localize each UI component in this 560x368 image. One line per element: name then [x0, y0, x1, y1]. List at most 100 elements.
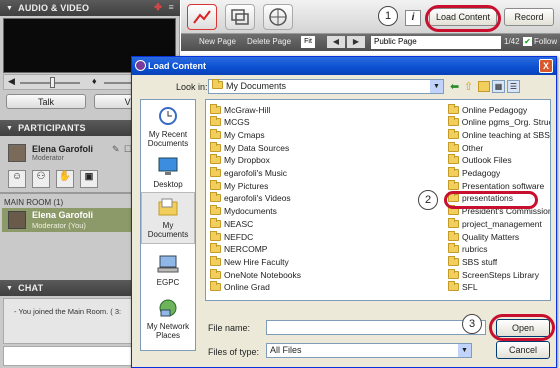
raise-hand-icon[interactable]: ✋ [56, 170, 74, 188]
cancel-button[interactable]: Cancel [496, 341, 550, 359]
file-list-item[interactable]: rubrics [448, 243, 550, 255]
follow-checkbox[interactable]: ✔ [523, 37, 532, 46]
folder-icon [210, 103, 221, 114]
volume-slider-thumb[interactable] [50, 77, 55, 88]
web-tour-icon[interactable] [263, 4, 293, 30]
close-icon[interactable]: X [539, 59, 553, 73]
dialog-titlebar: Load Content X [132, 57, 556, 75]
place-egpc[interactable]: EGPC [141, 254, 195, 287]
emoticon-icon[interactable]: ☺ [8, 170, 26, 188]
whiteboard-tool-icon[interactable] [187, 4, 217, 30]
file-list-item[interactable]: ScreenSteps Library [448, 268, 550, 280]
file-name-text: SBS stuff [462, 256, 498, 267]
place-desktop[interactable]: Desktop [141, 156, 195, 189]
page-type-select[interactable]: Public Page [371, 36, 501, 49]
file-name-text: Online teaching at SBS [462, 129, 550, 140]
file-list-item[interactable]: Mydocuments [210, 205, 330, 217]
file-list-item[interactable]: New Hire Faculty [210, 255, 330, 267]
file-name-input[interactable] [266, 320, 486, 335]
dialog-title: Load Content [148, 61, 206, 71]
file-list-item[interactable]: My Pictures [210, 179, 330, 191]
file-list-item[interactable]: My Cmaps [210, 128, 330, 140]
settings-icon[interactable]: ✤ [154, 2, 162, 13]
file-list-item[interactable]: NEASC [210, 217, 330, 229]
file-name-text: Quality Matters [462, 231, 520, 242]
new-page-button[interactable]: New Page [199, 37, 236, 46]
next-page-icon[interactable]: ▶ [347, 36, 365, 48]
folder-icon [210, 192, 221, 203]
view-menu-icon[interactable]: ▦ [492, 80, 505, 93]
place-my-network-places[interactable]: My Network Places [141, 298, 195, 340]
place-my-recent-documents[interactable]: My Recent Documents [141, 106, 195, 148]
file-list-item[interactable]: NEFDC [210, 230, 330, 242]
audio-video-header[interactable]: ▼ AUDIO & VIDEO ✤ ≡ [0, 0, 180, 16]
file-list-item[interactable]: President's Commission [448, 205, 550, 217]
info-icon[interactable]: i [405, 10, 421, 26]
file-name-text: OneNote Notebooks [224, 269, 302, 280]
callout-2: 2 [418, 190, 438, 210]
file-list-item[interactable]: egarofoli's Videos [210, 192, 330, 204]
talk-button[interactable]: Talk [6, 94, 86, 109]
application-share-icon[interactable] [225, 4, 255, 30]
file-list-item[interactable]: egarofoli's Music [210, 167, 330, 179]
collapse-icon[interactable]: ▼ [6, 5, 13, 12]
file-name-text: My Pictures [224, 180, 269, 191]
file-list-item[interactable]: NERCOMP [210, 243, 330, 255]
file-list-item[interactable]: Outlook Files [448, 154, 550, 166]
load-content-button[interactable]: Load Content [429, 8, 497, 26]
file-list-item[interactable]: Online Grad [210, 281, 330, 293]
open-button[interactable]: Open [496, 319, 550, 337]
page-counter: 1/42 [504, 37, 520, 46]
files-of-type-select[interactable]: All Files ▼ [266, 343, 472, 358]
new-folder-icon[interactable] [478, 81, 490, 92]
file-list-item[interactable]: Other [448, 141, 550, 153]
folder-icon [448, 116, 459, 127]
network-icon [159, 299, 177, 317]
menu-icon[interactable]: ≡ [169, 2, 174, 12]
file-list-item[interactable]: SFL [448, 281, 550, 293]
file-list-item[interactable]: Online Pedagogy [448, 103, 550, 115]
file-list-item[interactable]: My Dropbox [210, 154, 330, 166]
file-list-item[interactable]: Quality Matters [448, 230, 550, 242]
file-list-item[interactable]: Pedagogy [448, 167, 550, 179]
previous-page-icon[interactable]: ◀ [327, 36, 345, 48]
delete-page-button[interactable]: Delete Page [247, 37, 291, 46]
back-icon[interactable]: ⬅ [450, 80, 459, 93]
pen-icon [193, 10, 211, 24]
folder-icon [448, 217, 459, 228]
folder-icon [448, 179, 459, 190]
place-my-documents[interactable]: My Documents [141, 192, 195, 244]
step-away-icon[interactable]: ⚇ [32, 170, 50, 188]
file-list-item[interactable]: MCGS [210, 116, 330, 128]
away-icon[interactable]: ▣ [80, 170, 98, 188]
fit-button[interactable]: Fit [301, 36, 315, 48]
chevron-down-icon[interactable]: ▼ [430, 80, 443, 93]
file-list-item[interactable]: My Data Sources [210, 141, 330, 153]
file-list-item[interactable]: project_management [448, 217, 550, 229]
callout-3: 3 [462, 314, 482, 334]
file-name-text: ScreenSteps Library [462, 269, 540, 280]
main-room-label: MAIN ROOM (1) [4, 198, 64, 207]
file-list-item[interactable]: Presentation software [448, 179, 550, 191]
look-in-select[interactable]: My Documents ▼ [208, 79, 444, 94]
file-list-item[interactable]: SBS stuff [448, 255, 550, 267]
record-button[interactable]: Record [504, 8, 554, 26]
desktop-icon [158, 157, 178, 175]
folder-icon [212, 79, 223, 89]
file-list-item[interactable]: OneNote Notebooks [210, 268, 330, 280]
collapse-icon[interactable]: ▼ [6, 125, 13, 132]
file-list-item[interactable]: presentations [448, 192, 550, 204]
file-list-item[interactable]: Online pgms_Org. Struc [448, 116, 550, 128]
file-list-item[interactable]: McGraw-Hill [210, 103, 330, 115]
folder-icon [210, 141, 221, 152]
file-name-text: presentations [462, 193, 514, 204]
audio-video-title: AUDIO & VIDEO [18, 3, 90, 13]
file-name-text: McGraw-Hill [224, 104, 271, 115]
folder-icon [210, 268, 221, 279]
details-view-icon[interactable]: ☰ [507, 80, 520, 93]
up-folder-icon[interactable]: ⇧ [464, 80, 473, 93]
file-list-item[interactable]: Online teaching at SBS [448, 128, 550, 140]
chevron-down-icon[interactable]: ▼ [458, 344, 471, 357]
collapse-icon[interactable]: ▼ [6, 285, 13, 292]
file-name-text: Other [462, 142, 484, 153]
